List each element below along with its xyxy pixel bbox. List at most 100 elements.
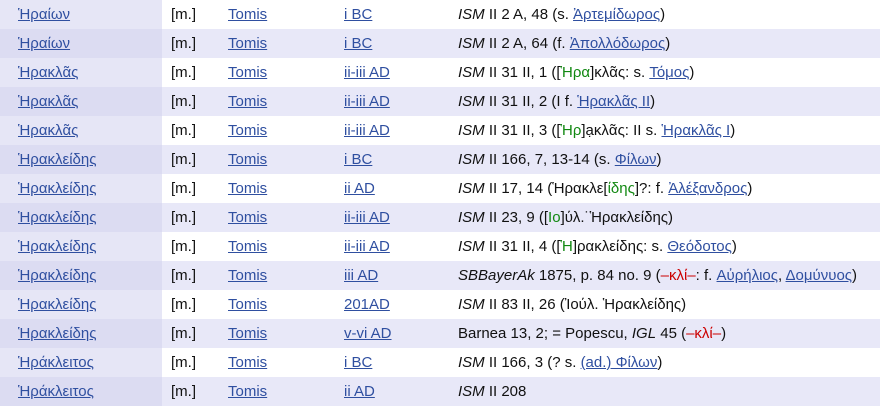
place-cell: Tomis xyxy=(228,232,344,261)
place-link[interactable]: Tomis xyxy=(228,267,267,284)
reference-link[interactable]: Ἡρακλᾶς I xyxy=(661,122,730,139)
name-cell: Ἡρακλᾶς xyxy=(0,58,162,87)
publication-abbrev: ISM xyxy=(458,296,485,313)
date-link[interactable]: ii-iii AD xyxy=(344,209,390,226)
gender-cell: [m.] xyxy=(162,319,228,348)
date-link[interactable]: i BC xyxy=(344,151,372,168)
publication-abbrev: ISM xyxy=(458,383,485,400)
place-cell: Tomis xyxy=(228,29,344,58)
reference-link[interactable]: (ad.) Φίλων xyxy=(581,354,658,371)
date-cell: ii-iii AD xyxy=(344,232,458,261)
name-link[interactable]: Ἡράκλειτος xyxy=(18,354,94,371)
reference-cell: ISM II 2 A, 64 (f. Ἀπολλόδωρος) xyxy=(458,29,880,58)
reference-text: ) xyxy=(721,325,727,342)
place-cell: Tomis xyxy=(228,174,344,203)
reference-cell: ISM II 31 II, 1 ([Ἡρα]κλᾶς: s. Τόμος) xyxy=(458,58,880,87)
date-link[interactable]: i BC xyxy=(344,354,372,371)
date-link[interactable]: 201AD xyxy=(344,296,390,313)
reference-link[interactable]: Φίλων xyxy=(615,151,657,168)
reference-link[interactable]: Αὐρήλιος xyxy=(717,267,779,284)
reference-link[interactable]: Ἀλέξανδρος xyxy=(668,180,747,197)
reference-link[interactable]: Θεόδοτος xyxy=(667,238,731,255)
reference-link[interactable]: Ἡρακλᾶς II xyxy=(577,93,650,110)
table-row: Ἡράκλειτος [m.] Tomis i BC ISM II 166, 3 (? … xyxy=(0,348,880,377)
table-row: Ἡρακλείδης [m.] Tomis v-vi AD Barnea 13, 2; … xyxy=(0,319,880,348)
name-link[interactable]: Ἡρακλᾶς xyxy=(18,122,78,139)
place-link[interactable]: Tomis xyxy=(228,383,267,400)
date-cell: i BC xyxy=(344,145,458,174)
place-link[interactable]: Tomis xyxy=(228,122,267,139)
gender-text: [m.] xyxy=(171,93,196,110)
reference-cell: ISM II 166, 3 (? s. (ad.) Φίλων) xyxy=(458,348,880,377)
table-row: Ἡρακλείδης [m.] Tomis i BC ISM II 166, 7, 13… xyxy=(0,145,880,174)
reference-text: Barnea 13, 2; = Popescu, xyxy=(458,325,632,342)
date-link[interactable]: ii-iii AD xyxy=(344,122,390,139)
reference-text: ) xyxy=(852,267,858,284)
reference-link[interactable]: Δομύνυος xyxy=(786,267,852,284)
gender-cell: [m.] xyxy=(162,174,228,203)
place-cell: Tomis xyxy=(228,319,344,348)
name-link[interactable]: Ἡράκλειτος xyxy=(18,383,94,400)
place-link[interactable]: Tomis xyxy=(228,93,267,110)
place-link[interactable]: Tomis xyxy=(228,354,267,371)
name-link[interactable]: Ἡρακλᾶς xyxy=(18,93,78,110)
name-link[interactable]: Ἡρακλείδης xyxy=(18,238,96,255)
restored-letters: Ἡρα xyxy=(560,64,591,81)
reference-text: ) xyxy=(656,151,662,168)
reference-cell: ISM II 31 II, 2 (I f. Ἡρακλᾶς II) xyxy=(458,87,880,116)
restored-letters: Ἡ xyxy=(560,238,573,255)
gender-text: [m.] xyxy=(171,6,196,23)
date-link[interactable]: ii AD xyxy=(344,180,375,197)
name-link[interactable]: Ἡραίων xyxy=(18,35,70,52)
gender-cell: [m.] xyxy=(162,232,228,261)
gender-cell: [m.] xyxy=(162,87,228,116)
place-link[interactable]: Tomis xyxy=(228,238,267,255)
date-link[interactable]: i BC xyxy=(344,6,372,23)
reference-cell: ISM II 17, 14 (Ἡρακλε[ίδης]?: f. Ἀλέξανδ… xyxy=(458,174,880,203)
date-link[interactable]: ii-iii AD xyxy=(344,238,390,255)
name-cell: Ἡρακλείδης xyxy=(0,174,162,203)
place-cell: Tomis xyxy=(228,145,344,174)
gender-cell: [m.] xyxy=(162,377,228,406)
date-link[interactable]: ii-iii AD xyxy=(344,64,390,81)
name-link[interactable]: Ἡρακλείδης xyxy=(18,180,96,197)
date-cell: i BC xyxy=(344,348,458,377)
gender-cell: [m.] xyxy=(162,29,228,58)
name-link[interactable]: Ἡραίων xyxy=(18,6,70,23)
name-link[interactable]: Ἡρακλείδης xyxy=(18,209,96,226)
place-link[interactable]: Tomis xyxy=(228,180,267,197)
name-link[interactable]: Ἡρακλείδης xyxy=(18,151,96,168)
name-link[interactable]: Ἡρακλείδης xyxy=(18,296,96,313)
place-link[interactable]: Tomis xyxy=(228,296,267,313)
date-link[interactable]: i BC xyxy=(344,35,372,52)
place-link[interactable]: Tomis xyxy=(228,6,267,23)
reference-link[interactable]: Τόμος xyxy=(649,64,689,81)
place-link[interactable]: Tomis xyxy=(228,35,267,52)
date-link[interactable]: v-vi AD xyxy=(344,325,392,342)
place-link[interactable]: Tomis xyxy=(228,151,267,168)
reference-link[interactable]: Ἀρτεμίδωρος xyxy=(573,6,660,23)
reference-link[interactable]: Ἀπολλόδωρος xyxy=(570,35,665,52)
gender-text: [m.] xyxy=(171,122,196,139)
gender-cell: [m.] xyxy=(162,261,228,290)
date-cell: ii AD xyxy=(344,377,458,406)
reference-text: II 208 xyxy=(484,383,527,400)
name-cell: Ἡράκλειτος xyxy=(0,377,162,406)
reference-text: ]ạκλᾶς: II s. xyxy=(581,122,662,139)
place-link[interactable]: Tomis xyxy=(228,209,267,226)
place-link[interactable]: Tomis xyxy=(228,64,267,81)
date-link[interactable]: iii AD xyxy=(344,267,378,284)
name-link[interactable]: Ἡρακλείδης xyxy=(18,325,96,342)
reference-text: ) xyxy=(747,180,753,197)
name-link[interactable]: Ἡρακλᾶς xyxy=(18,64,78,81)
gender-cell: [m.] xyxy=(162,116,228,145)
publication-abbrev: ISM xyxy=(458,354,485,371)
spelling-variant: –κλί– xyxy=(660,267,696,284)
date-cell: i BC xyxy=(344,29,458,58)
reference-text: II 166, 7, 13-14 (s. xyxy=(484,151,615,168)
date-link[interactable]: ii-iii AD xyxy=(344,93,390,110)
name-link[interactable]: Ἡρακλείδης xyxy=(18,267,96,284)
reference-text: II 166, 3 (? s. xyxy=(484,354,581,371)
place-link[interactable]: Tomis xyxy=(228,325,267,342)
date-link[interactable]: ii AD xyxy=(344,383,375,400)
